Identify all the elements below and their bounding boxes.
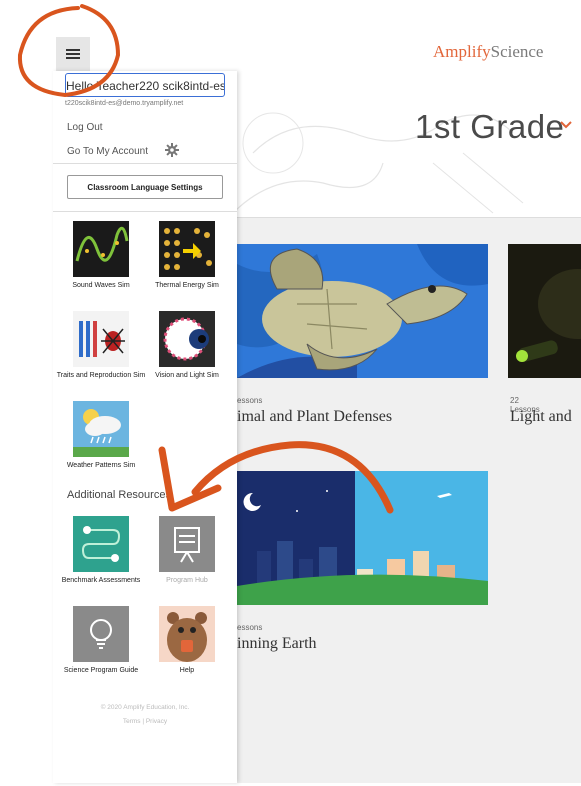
hamburger-icon: [66, 49, 80, 51]
unit-image-day-night-city: [237, 471, 488, 605]
chevron-down-icon[interactable]: [558, 117, 574, 133]
copyright: © 2020 Amplify Education, Inc.: [100, 704, 190, 711]
unit-title: imal and Plant Defenses: [237, 408, 393, 425]
unit-image-turtle: [237, 244, 488, 378]
user-email: t220scik8intd-es@demo.tryamplify.net: [65, 100, 184, 107]
additional-resources-heading: Additional Resources: [67, 489, 171, 501]
amplify-science-logo[interactable]: AmplifyScience: [433, 42, 543, 62]
traits-icon: [73, 311, 129, 367]
sound-waves-icon: [73, 221, 129, 277]
weather-icon: [73, 401, 129, 457]
menu-button[interactable]: [56, 37, 90, 71]
tile-label: Thermal Energy Sim: [155, 282, 219, 289]
tile-label: Vision and Light Sim: [155, 372, 219, 379]
unit-title: Light and: [510, 408, 572, 425]
divider: [53, 163, 237, 164]
unit-image-flashlight: [508, 244, 581, 378]
thermal-energy-icon: [159, 221, 215, 277]
unit-lessons: essons: [237, 623, 263, 632]
unit-title: inning Earth: [237, 635, 317, 652]
bear-icon: [159, 606, 215, 662]
benchmark-icon: [73, 516, 129, 572]
side-drawer: Hello Teacher220 scik8intd-es t220scik8i…: [53, 71, 237, 783]
classroom-language-settings-button[interactable]: Classroom Language Settings: [67, 175, 223, 199]
legal-links[interactable]: Terms | Privacy: [53, 718, 237, 725]
unit-lessons: essons: [237, 396, 263, 405]
program-hub-icon: [159, 516, 215, 572]
tile-label: Program Hub: [166, 577, 208, 584]
gear-icon[interactable]: [165, 143, 179, 157]
tile-label: Sound Waves Sim: [72, 282, 130, 289]
lightbulb-icon: [73, 606, 129, 662]
tile-label: Benchmark Assessments: [61, 577, 141, 584]
user-name-field[interactable]: Hello Teacher220 scik8intd-es: [65, 73, 225, 97]
tile-label: Traits and Reproduction Sim: [56, 372, 146, 379]
divider: [53, 211, 237, 212]
tile-label: Science Program Guide: [63, 667, 139, 674]
my-account-link[interactable]: Go To My Account: [67, 146, 148, 157]
vision-icon: [159, 311, 215, 367]
logout-link[interactable]: Log Out: [67, 122, 103, 133]
tile-label: Weather Patterns Sim: [66, 462, 136, 469]
tile-label: Help: [179, 667, 195, 674]
grade-selector[interactable]: 1st Grade: [415, 108, 564, 146]
